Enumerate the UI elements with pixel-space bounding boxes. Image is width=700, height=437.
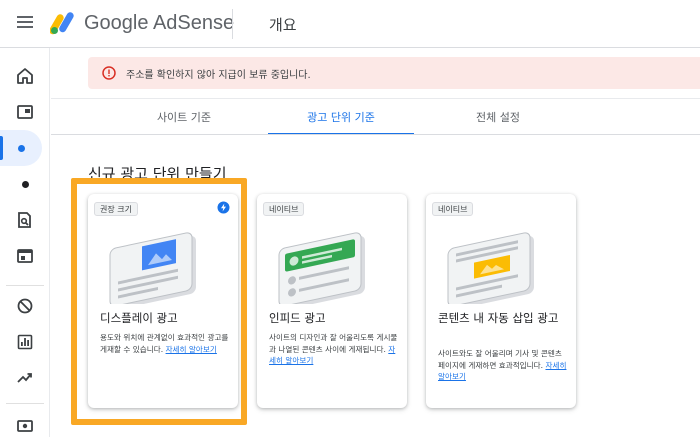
bolt-icon — [217, 201, 230, 214]
card-description: 사이트의 디자인과 잘 어울리도록 게시물과 나열된 콘텐츠 사이에 게재됩니다… — [269, 332, 401, 367]
nav-ads-sub[interactable] — [0, 166, 50, 202]
bar-chart-icon — [17, 334, 33, 350]
dot-icon — [21, 180, 29, 188]
nav-ads-by-unit[interactable] — [0, 130, 42, 166]
in-article-ads-card[interactable]: 네이티브 콘텐츠 내 자동 삽입 광고 사이트와도 잘 어울리며 기사 및 콘텐… — [426, 194, 576, 408]
card-title: 인피드 광고 — [269, 311, 326, 325]
top-app-bar: Google AdSense 개요 — [0, 0, 700, 48]
search-page-icon — [18, 212, 31, 228]
tab-by-site[interactable]: 사이트 기준 — [100, 99, 268, 135]
payment-hold-alert: 주소를 확인하지 않아 지급이 보류 중입니다. — [88, 57, 700, 89]
page-title: 개요 — [269, 16, 297, 34]
card-title: 콘텐츠 내 자동 삽입 광고 — [438, 311, 559, 325]
divider — [51, 134, 700, 135]
nav-ads[interactable] — [0, 94, 50, 130]
card-description: 용도와 위치에 관계없이 효과적인 광고를 게재할 수 있습니다. 자세히 알아… — [100, 332, 232, 355]
error-icon — [102, 66, 116, 80]
menu-icon[interactable] — [16, 14, 34, 34]
nav-divider — [6, 285, 44, 286]
trending-icon — [17, 373, 32, 383]
recommended-size-badge: 권장 크기 — [94, 202, 138, 216]
card-description-text: 사이트의 디자인과 잘 어울리도록 게시물과 나열된 콘텐츠 사이에 게재됩니다… — [269, 333, 398, 354]
ads-icon — [17, 105, 33, 119]
tab-by-ad-unit[interactable]: 광고 단위 기준 — [268, 99, 414, 135]
payments-icon — [17, 420, 33, 432]
block-icon — [17, 298, 33, 314]
in-article-ad-illustration-icon — [447, 232, 534, 304]
nav-blocking[interactable] — [0, 288, 50, 324]
native-badge: 네이티브 — [432, 202, 474, 216]
nav-reports[interactable] — [0, 324, 50, 360]
nav-payments[interactable] — [0, 408, 50, 437]
nav-home[interactable] — [0, 58, 50, 94]
header-divider — [232, 9, 233, 39]
nav-site-review[interactable] — [0, 202, 50, 238]
home-icon — [17, 68, 33, 84]
dot-icon — [17, 144, 25, 152]
card-description: 사이트와도 잘 어울리며 기사 및 콘텐츠 페이지에 게재하면 효과적입니다. … — [438, 348, 570, 383]
nav-sites[interactable] — [0, 238, 50, 274]
tab-global-settings[interactable]: 전체 설정 — [414, 99, 582, 135]
nav-rail — [0, 48, 50, 437]
native-badge: 네이티브 — [263, 202, 305, 216]
alert-message: 주소를 확인하지 않아 지급이 보류 중입니다. — [126, 69, 311, 81]
nav-divider — [6, 403, 44, 404]
display-ads-card[interactable]: 권장 크기 디스플레이 광고 용도와 위치에 관계없이 효과적인 광고를 게재할… — [88, 194, 238, 408]
nav-optimization[interactable] — [0, 360, 50, 396]
section-title: 신규 광고 단위 만들기 — [88, 165, 227, 183]
browser-icon — [17, 249, 33, 263]
learn-more-link[interactable]: 자세히 알아보기 — [166, 345, 217, 354]
card-description-text: 사이트와도 잘 어울리며 기사 및 콘텐츠 페이지에 게재하면 효과적입니다. — [438, 349, 562, 370]
in-feed-ad-illustration-icon — [278, 232, 365, 304]
in-feed-ads-card[interactable]: 네이티브 인피드 광고 사이트의 디자인과 잘 어울리도록 게시물과 나열된 콘… — [257, 194, 407, 408]
card-title: 디스플레이 광고 — [100, 311, 178, 325]
product-name[interactable]: Google AdSense — [84, 12, 234, 35]
adsense-logo-icon[interactable] — [50, 11, 76, 35]
tab-bar: 사이트 기준 광고 단위 기준 전체 설정 — [100, 99, 700, 135]
display-ad-illustration-icon — [109, 232, 196, 304]
